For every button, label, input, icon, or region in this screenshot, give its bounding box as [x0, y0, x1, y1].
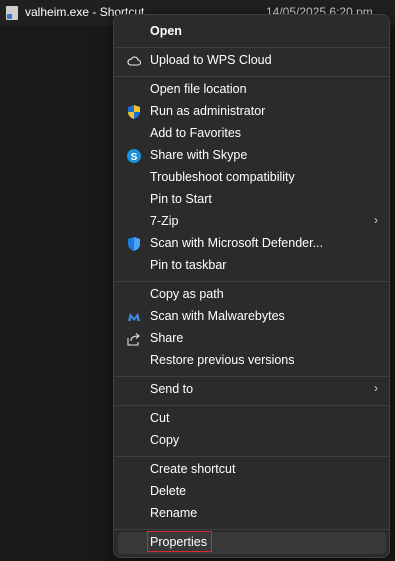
- uac-shield-icon: [126, 104, 142, 120]
- menu-item-label: Scan with Malwarebytes: [150, 309, 285, 323]
- menu-item-label: Troubleshoot compatibility: [150, 170, 295, 184]
- menu-item-label: Share with Skype: [150, 148, 248, 162]
- menu-item-scan-defender[interactable]: Scan with Microsoft Defender...: [118, 233, 386, 255]
- menu-item-label: Restore previous versions: [150, 353, 295, 367]
- menu-item-share-skype[interactable]: S Share with Skype: [118, 145, 386, 167]
- menu-item-copy[interactable]: Copy: [118, 430, 386, 452]
- menu-item-label: Properties: [150, 535, 207, 549]
- menu-item-upload-wps[interactable]: Upload to WPS Cloud: [118, 50, 386, 72]
- menu-separator: [114, 47, 389, 48]
- menu-separator: [114, 529, 389, 530]
- menu-item-add-favorites[interactable]: Add to Favorites: [118, 123, 386, 145]
- menu-item-create-shortcut[interactable]: Create shortcut: [118, 459, 386, 481]
- defender-shield-icon: [126, 236, 142, 252]
- menu-item-label: Delete: [150, 484, 187, 498]
- menu-item-run-as-admin[interactable]: Run as administrator: [118, 101, 386, 123]
- menu-item-share[interactable]: Share: [118, 328, 386, 350]
- menu-item-label: Pin to Start: [150, 192, 212, 206]
- menu-item-troubleshoot[interactable]: Troubleshoot compatibility: [118, 167, 386, 189]
- menu-item-label: Run as administrator: [150, 104, 266, 118]
- menu-item-label: Add to Favorites: [150, 126, 242, 140]
- menu-item-rename[interactable]: Rename: [118, 503, 386, 525]
- menu-separator: [114, 456, 389, 457]
- menu-item-send-to[interactable]: Send to ›: [118, 379, 386, 401]
- menu-item-label: Copy: [150, 433, 180, 447]
- menu-separator: [114, 376, 389, 377]
- menu-item-label: Open: [150, 24, 182, 38]
- menu-item-pin-taskbar[interactable]: Pin to taskbar: [118, 255, 386, 277]
- menu-item-properties[interactable]: Properties: [118, 531, 386, 554]
- context-menu: Open Upload to WPS Cloud Open file locat…: [113, 14, 390, 558]
- menu-item-label: Create shortcut: [150, 462, 236, 476]
- menu-item-label: Copy as path: [150, 287, 224, 301]
- menu-item-label: Open file location: [150, 82, 247, 96]
- menu-item-label: Share: [150, 331, 184, 345]
- menu-item-label: Pin to taskbar: [150, 258, 227, 272]
- menu-item-7zip[interactable]: 7-Zip ›: [118, 211, 386, 233]
- chevron-right-icon: ›: [374, 213, 378, 227]
- menu-item-copy-path[interactable]: Copy as path: [118, 284, 386, 306]
- menu-item-label: 7-Zip: [150, 214, 179, 228]
- menu-item-restore-versions[interactable]: Restore previous versions: [118, 350, 386, 372]
- cloud-icon: [126, 53, 142, 69]
- menu-item-label: Rename: [150, 506, 198, 520]
- menu-item-label: Scan with Microsoft Defender...: [150, 236, 323, 250]
- chevron-right-icon: ›: [374, 381, 378, 395]
- menu-separator: [114, 281, 389, 282]
- menu-item-label: Send to: [150, 382, 194, 396]
- skype-icon: S: [126, 148, 142, 164]
- share-icon: [126, 331, 142, 347]
- menu-item-pin-start[interactable]: Pin to Start: [118, 189, 386, 211]
- svg-text:S: S: [131, 152, 138, 163]
- menu-item-label: Cut: [150, 411, 170, 425]
- menu-item-label: Upload to WPS Cloud: [150, 53, 272, 67]
- menu-item-cut[interactable]: Cut: [118, 408, 386, 430]
- menu-separator: [114, 76, 389, 77]
- menu-item-open-file-location[interactable]: Open file location: [118, 79, 386, 101]
- malwarebytes-icon: [126, 309, 142, 325]
- menu-separator: [114, 405, 389, 406]
- menu-item-scan-malwarebytes[interactable]: Scan with Malwarebytes: [118, 306, 386, 328]
- menu-item-open[interactable]: Open: [118, 21, 386, 43]
- menu-item-delete[interactable]: Delete: [118, 481, 386, 503]
- shortcut-file-icon: [6, 6, 18, 20]
